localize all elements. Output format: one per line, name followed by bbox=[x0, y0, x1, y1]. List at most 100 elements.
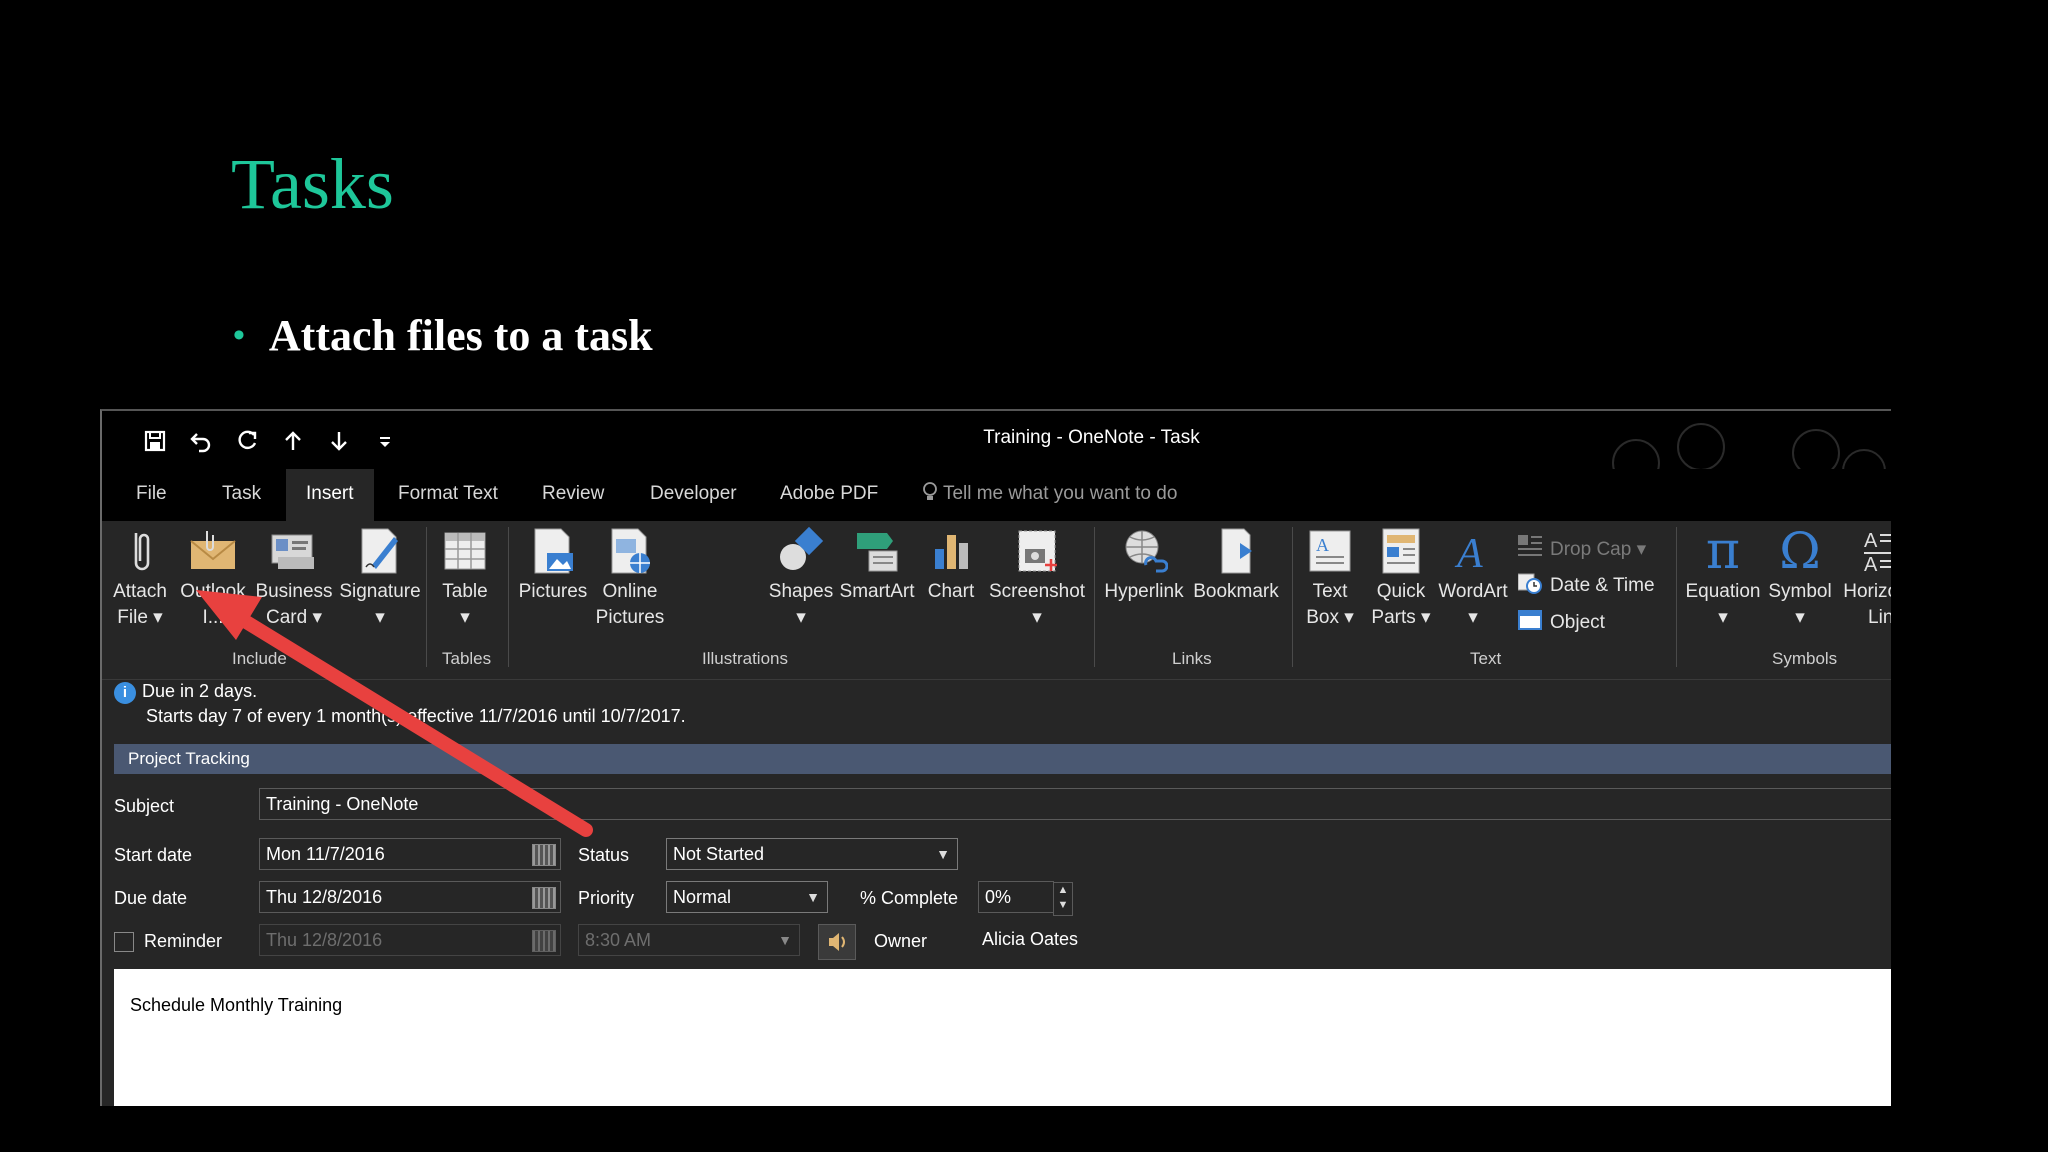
online-pictures-button[interactable]: Online Pictures bbox=[592, 527, 668, 631]
reminder-checkbox[interactable] bbox=[114, 932, 134, 952]
attach-file-label-2: File ▾ bbox=[117, 607, 163, 628]
due-date-label: Due date bbox=[114, 888, 188, 908]
priority-dropdown[interactable]: Normal ▼ bbox=[666, 881, 828, 913]
wordart-label: WordArt bbox=[1438, 581, 1508, 602]
signature-icon bbox=[356, 527, 404, 575]
attach-file-button[interactable]: Attach File ▾ bbox=[110, 527, 170, 631]
status-label: Status bbox=[578, 845, 630, 865]
chart-button[interactable]: Chart bbox=[918, 527, 984, 605]
calendar-icon[interactable] bbox=[532, 887, 556, 909]
illustrations-group-label: Illustrations bbox=[702, 649, 788, 668]
business-card-button[interactable]: Business Card ▾ bbox=[254, 527, 334, 631]
wordart-button[interactable]: A WordArt ▾ bbox=[1436, 527, 1510, 631]
info-recurrence: Starts day 7 of every 1 month(s) effecti… bbox=[146, 706, 686, 726]
drop-cap-button[interactable]: Drop Cap ▾ bbox=[1518, 535, 1646, 563]
symbol-label: Symbol bbox=[1768, 581, 1832, 602]
calendar-icon[interactable] bbox=[532, 844, 556, 866]
business-card-icon bbox=[270, 527, 318, 575]
chart-icon bbox=[927, 527, 975, 575]
shapes-button[interactable]: Shapes ▾ bbox=[766, 526, 836, 631]
group-separator bbox=[1676, 527, 1677, 667]
bullet-dot-icon: • bbox=[233, 317, 245, 354]
smartart-icon bbox=[853, 527, 901, 575]
bookmark-label: Bookmark bbox=[1193, 581, 1279, 602]
wordart-icon: A bbox=[1449, 527, 1497, 577]
quick-parts-label-2: Parts ▾ bbox=[1371, 607, 1431, 628]
quick-parts-label: Quick bbox=[1376, 581, 1426, 602]
horizontal-line-icon: AA bbox=[1862, 527, 1891, 576]
bookmark-button[interactable]: Bookmark bbox=[1190, 527, 1282, 605]
speaker-icon bbox=[829, 933, 845, 951]
chevron-down-icon[interactable]: ▼ bbox=[929, 839, 957, 869]
reminder-date-value: Thu 12/8/2016 bbox=[266, 930, 383, 950]
subject-field[interactable]: Training - OneNote bbox=[259, 788, 1891, 820]
slide-title: Tasks bbox=[231, 144, 394, 224]
screenshot-button[interactable]: Screenshot ▾ bbox=[984, 527, 1090, 631]
title-bar: Training - OneNote - Task bbox=[102, 411, 1891, 493]
ribbon: Attach File ▾ Outlook I... Business Card… bbox=[102, 521, 1891, 680]
business-card-label-2: Card ▾ bbox=[266, 607, 322, 628]
tell-me-search[interactable]: Tell me what you want to do bbox=[922, 469, 1177, 519]
priority-value: Normal bbox=[673, 887, 732, 907]
percent-complete-field[interactable]: 0% ▲ ▼ bbox=[978, 881, 1073, 916]
equation-label: Equation bbox=[1685, 581, 1761, 602]
reminder-time-dropdown[interactable]: 8:30 AM ▼ bbox=[578, 924, 800, 956]
signature-button[interactable]: Signature ▾ bbox=[336, 527, 424, 631]
slide-bullet: • Attach files to a task bbox=[233, 314, 653, 358]
tab-review[interactable]: Review bbox=[522, 469, 624, 521]
tab-adobe-pdf[interactable]: Adobe PDF bbox=[760, 469, 898, 521]
start-date-field[interactable]: Mon 11/7/2016 bbox=[259, 838, 561, 870]
calendar-icon[interactable] bbox=[532, 930, 556, 952]
online-pictures-label: Online bbox=[602, 581, 658, 602]
drop-cap-label: Drop Cap ▾ bbox=[1550, 538, 1647, 560]
reminder-sound-button[interactable] bbox=[818, 924, 856, 960]
equation-label-2: ▾ bbox=[1718, 607, 1728, 628]
status-dropdown[interactable]: Not Started ▼ bbox=[666, 838, 958, 870]
symbol-button[interactable]: Ω Symbol ▾ bbox=[1764, 526, 1836, 631]
tab-insert[interactable]: Insert bbox=[286, 469, 374, 521]
screenshot-icon bbox=[1013, 527, 1061, 575]
tab-file[interactable]: File bbox=[116, 469, 187, 521]
equation-button[interactable]: π Equation ▾ bbox=[1682, 525, 1764, 631]
reminder-time-value: 8:30 AM bbox=[585, 930, 652, 950]
chevron-down-icon[interactable]: ▼ bbox=[771, 925, 799, 955]
hyperlink-button[interactable]: Hyperlink bbox=[1100, 527, 1188, 605]
text-box-icon: A bbox=[1306, 527, 1354, 575]
tab-task[interactable]: Task bbox=[202, 469, 281, 521]
text-box-button[interactable]: A Text Box ▾ bbox=[1298, 527, 1362, 631]
due-date-field[interactable]: Thu 12/8/2016 bbox=[259, 881, 561, 913]
pictures-icon bbox=[529, 527, 577, 575]
quick-parts-button[interactable]: Quick Parts ▾ bbox=[1368, 527, 1434, 631]
smartart-label: SmartArt bbox=[839, 581, 915, 602]
signature-label-2: ▾ bbox=[375, 607, 385, 628]
horizontal-line-button[interactable]: AA Horizontal Line bbox=[1838, 527, 1891, 631]
owner-label: Owner bbox=[874, 931, 928, 951]
group-separator bbox=[508, 527, 509, 667]
decor-swirl-icon bbox=[1677, 423, 1725, 471]
pictures-button[interactable]: Pictures bbox=[514, 527, 592, 605]
spinner-arrows-icon[interactable]: ▲ ▼ bbox=[1053, 882, 1073, 916]
table-label-2: ▾ bbox=[460, 607, 470, 628]
object-button[interactable]: Object bbox=[1518, 609, 1605, 637]
tab-format-text[interactable]: Format Text bbox=[378, 469, 518, 521]
subject-label: Subject bbox=[114, 796, 175, 816]
calendar-clock-icon bbox=[1517, 572, 1542, 600]
notes-area[interactable]: Schedule Monthly Training bbox=[114, 969, 1891, 1106]
date-time-button[interactable]: Date & Time bbox=[1517, 572, 1655, 600]
notes-text: Schedule Monthly Training bbox=[130, 995, 343, 1015]
tab-developer[interactable]: Developer bbox=[630, 469, 757, 521]
horizontal-line-label: Horizontal bbox=[1843, 581, 1891, 602]
reminder-date-field[interactable]: Thu 12/8/2016 bbox=[259, 924, 561, 956]
tables-group-label: Tables bbox=[442, 649, 492, 668]
chevron-down-icon[interactable]: ▼ bbox=[799, 882, 827, 912]
outlook-item-button[interactable]: Outlook I... bbox=[176, 527, 250, 631]
attach-file-label: Attach bbox=[113, 581, 167, 602]
ribbon-tabs: File Task Insert Format Text Review Deve… bbox=[102, 469, 1891, 521]
table-button[interactable]: Table ▾ bbox=[432, 527, 498, 631]
smartart-button[interactable]: SmartArt bbox=[836, 527, 918, 605]
info-bar: i Due in 2 days. Starts day 7 of every 1 … bbox=[114, 679, 686, 728]
svg-text:A: A bbox=[1864, 530, 1878, 552]
project-tracking-bar: Project Tracking bbox=[114, 744, 1891, 774]
task-window: Training - OneNote - Task File Task Inse… bbox=[100, 409, 1891, 1106]
envelope-clip-icon bbox=[189, 527, 237, 575]
